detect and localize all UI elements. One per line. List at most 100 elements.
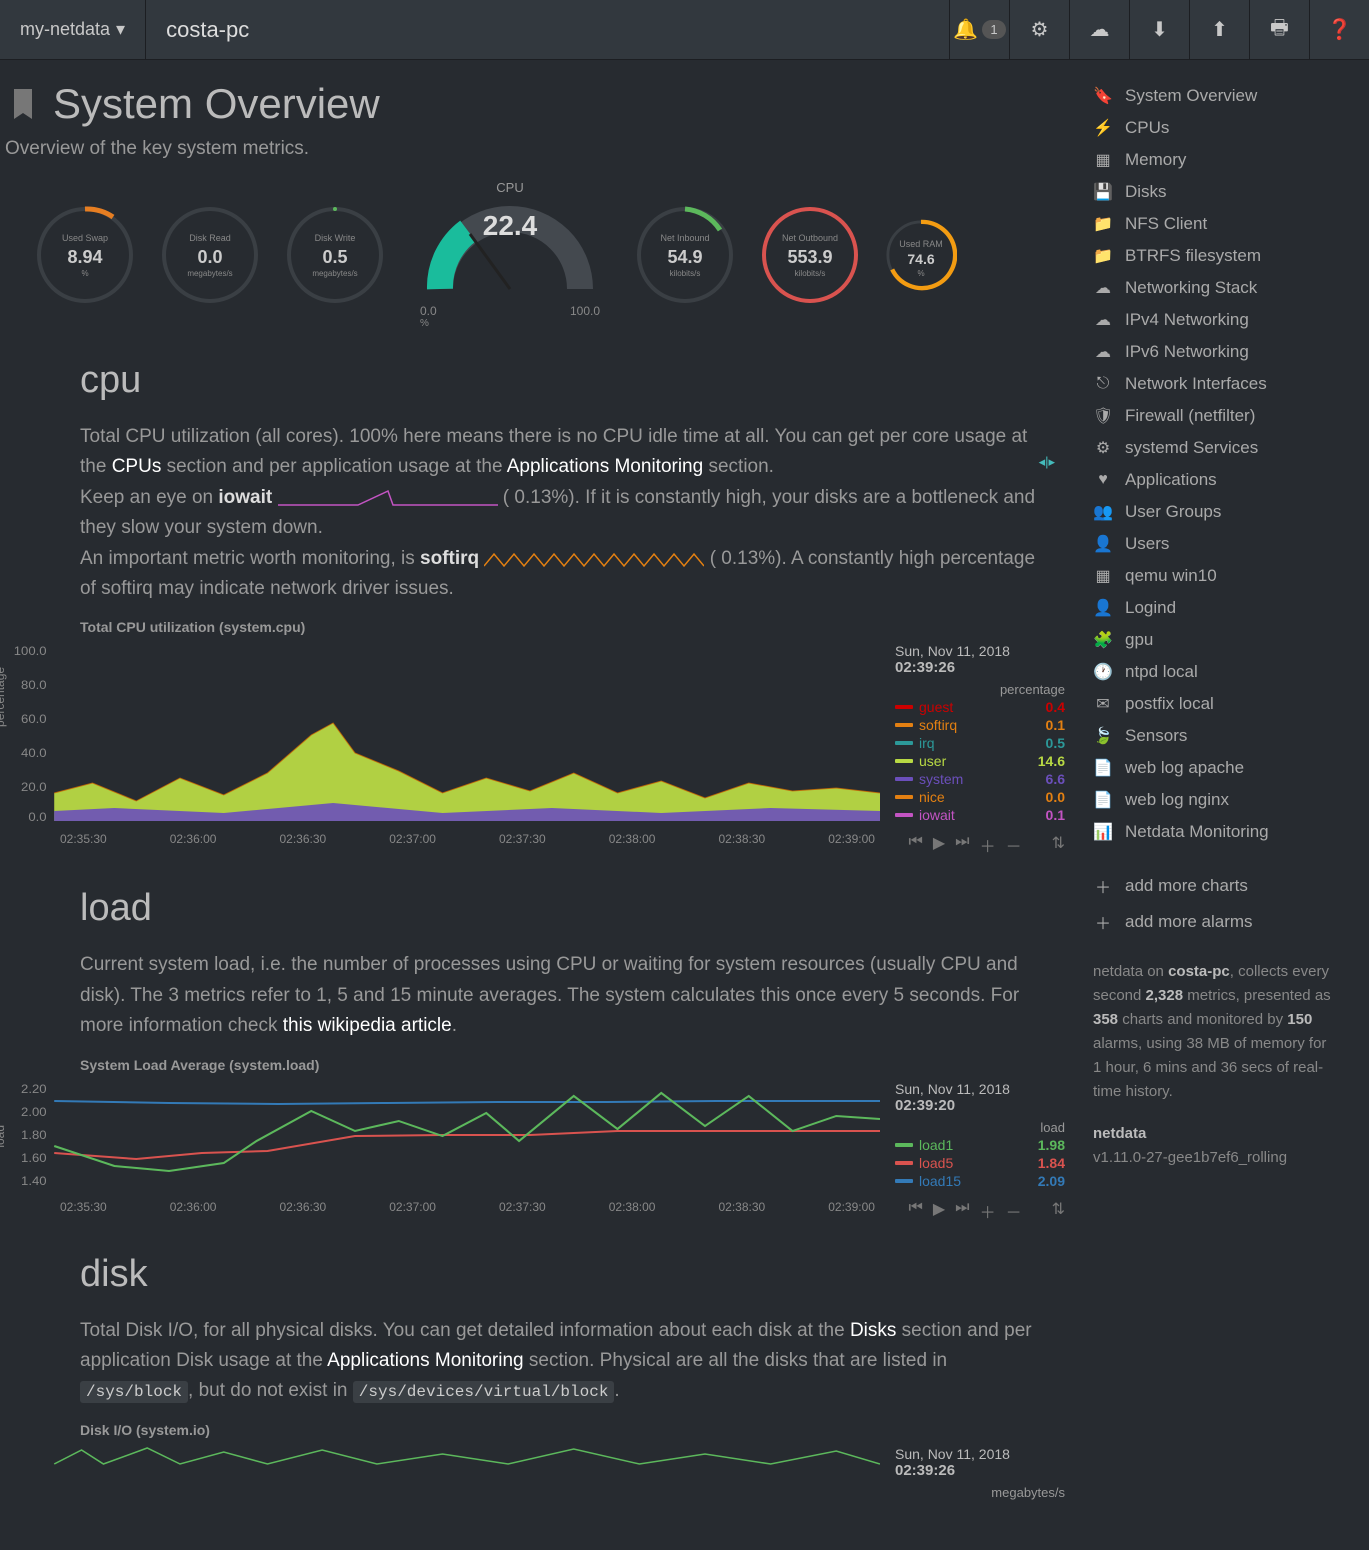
cpu-chart[interactable]: Total CPU utilization (system.cpu) perce… — [5, 619, 1065, 857]
upload-button[interactable]: ⬆ — [1189, 0, 1249, 60]
sidebar-item-nfs-client[interactable]: 📁NFS Client — [1085, 208, 1345, 240]
chart-minus-icon[interactable]: － — [1006, 1199, 1022, 1223]
sidebar-item-sensors[interactable]: 🍃Sensors — [1085, 720, 1345, 752]
sidebar-item-gpu[interactable]: 🧩gpu — [1085, 624, 1345, 656]
sitemap-icon: ⎋ — [1093, 375, 1113, 393]
chart-fwd-icon[interactable]: ⏭ — [955, 1199, 969, 1223]
download-button[interactable]: ⬇ — [1129, 0, 1189, 60]
legend-item-softirq[interactable]: softirq0.1 — [895, 717, 1065, 733]
sidebar-action-add-more-charts[interactable]: ＋add more charts — [1085, 868, 1345, 904]
sidebar-item-logind[interactable]: 👤Logind — [1085, 592, 1345, 624]
disk-chart[interactable]: Disk I/O (system.io) Sun, Nov 11, 2018 0… — [5, 1422, 1065, 1500]
settings-button[interactable]: ⚙ — [1009, 0, 1069, 60]
sidebar-item--qemu-win10[interactable]: ▦ qemu win10 — [1085, 560, 1345, 592]
legend-item-nice[interactable]: nice0.0 — [895, 789, 1065, 805]
legend-item-iowait[interactable]: iowait0.1 — [895, 807, 1065, 823]
sidebar-item-label: ntpd local — [1125, 662, 1198, 682]
cloud-icon: ☁ — [1093, 310, 1113, 330]
gauge-disk-write[interactable]: Disk Write 0.5 megabytes/s — [285, 205, 385, 305]
svg-text:100.0: 100.0 — [14, 645, 47, 658]
sidebar-item-ipv4-networking[interactable]: ☁ IPv4 Networking — [1085, 304, 1345, 336]
chart-fwd-icon[interactable]: ⏭ — [955, 833, 969, 857]
sidebar-item-btrfs-filesystem[interactable]: 📁BTRFS filesystem — [1085, 240, 1345, 272]
heart-icon: ♥ — [1093, 471, 1113, 489]
sidebar-item-systemd-services[interactable]: ⚙systemd Services — [1085, 432, 1345, 464]
alarms-button[interactable]: 🔔 1 — [949, 0, 1009, 60]
print-icon: 🖶 — [1270, 13, 1289, 47]
legend-item-guest[interactable]: guest0.4 — [895, 699, 1065, 715]
svg-text:2.00: 2.00 — [21, 1105, 47, 1118]
sidebar-item-label: Sensors — [1125, 726, 1187, 746]
chart-back-icon[interactable]: ⏮ — [908, 833, 922, 857]
load-chart[interactable]: System Load Average (system.load) load 2… — [5, 1057, 1065, 1223]
sidebar-item-netdata-monitoring[interactable]: 📊Netdata Monitoring — [1085, 816, 1345, 848]
sidebar-action-add-more-alarms[interactable]: ＋add more alarms — [1085, 904, 1345, 940]
bolt-icon: ⚡ — [1093, 118, 1113, 138]
host-name[interactable]: costa-pc — [146, 17, 269, 43]
chart-nav-icon[interactable]: ◂|▸ — [1039, 452, 1055, 473]
sidebar-item-ipv6-networking[interactable]: ☁IPv6 Networking — [1085, 336, 1345, 368]
brand-dropdown[interactable]: my-netdata ▾ — [0, 0, 146, 60]
gauge-swap[interactable]: Used Swap 8.94 % — [35, 205, 135, 305]
sidebar-item-postfix-local[interactable]: ✉postfix local — [1085, 688, 1345, 720]
sidebar-item-network-interfaces[interactable]: ⎋Network Interfaces — [1085, 368, 1345, 400]
legend-item-load15[interactable]: load152.09 — [895, 1173, 1065, 1189]
gauge-disk-read[interactable]: Disk Read 0.0 megabytes/s — [160, 205, 260, 305]
cloud-button[interactable]: ☁ — [1069, 0, 1129, 60]
legend-item-system[interactable]: system6.6 — [895, 771, 1065, 787]
chart-plus-icon[interactable]: ＋ — [980, 833, 996, 857]
legend-swatch — [895, 723, 913, 727]
help-button[interactable]: ❓ — [1309, 0, 1369, 60]
sidebar-item-label: System Overview — [1125, 86, 1257, 106]
sidebar-item-applications[interactable]: ♥Applications — [1085, 464, 1345, 496]
gauge-net-in[interactable]: Net Inbound 54.9 kilobits/s — [635, 205, 735, 305]
sidebar-item-ntpd-local[interactable]: 🕐 ntpd local — [1085, 656, 1345, 688]
gauge-cpu[interactable]: CPU 22.4 0.0 100.0 % — [410, 180, 610, 329]
legend-item-load5[interactable]: load51.84 — [895, 1155, 1065, 1171]
chart-minus-icon[interactable]: － — [1006, 833, 1022, 857]
legend-swatch — [895, 705, 913, 709]
caret-down-icon: ▾ — [116, 19, 125, 40]
sidebar-item-label: web log nginx — [1125, 790, 1229, 810]
sidebar-item-web-log-apache[interactable]: 📄web log apache — [1085, 752, 1345, 784]
chart-play-icon[interactable]: ▶ — [933, 1199, 945, 1223]
cloud-icon: ☁ — [1093, 278, 1113, 298]
gauge-net-out[interactable]: Net Outbound 553.9 kilobits/s — [760, 205, 860, 305]
chart-resize-icon[interactable]: ⇅ — [1052, 833, 1065, 857]
sidebar-item-user-groups[interactable]: 👥User Groups — [1085, 496, 1345, 528]
legend-item-user[interactable]: user14.6 — [895, 753, 1065, 769]
chart-back-icon[interactable]: ⏮ — [908, 1199, 922, 1223]
print-button[interactable]: 🖶 — [1249, 0, 1309, 60]
sidebar-item-label: BTRFS filesystem — [1125, 246, 1261, 266]
wikipedia-link[interactable]: this wikipedia article — [283, 1015, 452, 1036]
softirq-sparkline — [484, 550, 704, 568]
chart-controls: ⏮ ▶ ⏭ ＋ － ⇅ — [895, 1199, 1065, 1223]
chart-plus-icon[interactable]: ＋ — [980, 1199, 996, 1223]
sidebar-item-firewall-netfilter-[interactable]: 🛡Firewall (netfilter) — [1085, 400, 1345, 432]
cpus-link[interactable]: CPUs — [112, 456, 162, 477]
disks-link[interactable]: Disks — [850, 1320, 896, 1341]
hdd-icon: 💾 — [1093, 182, 1113, 202]
sidebar-item-disks[interactable]: 💾Disks — [1085, 176, 1345, 208]
apps-monitoring-link[interactable]: Applications Monitoring — [507, 456, 703, 477]
legend-item-irq[interactable]: irq0.5 — [895, 735, 1065, 751]
legend-item-load1[interactable]: load11.98 — [895, 1137, 1065, 1153]
legend-swatch — [895, 759, 913, 763]
chart-resize-icon[interactable]: ⇅ — [1052, 1199, 1065, 1223]
sidebar-item-label: IPv4 Networking — [1125, 310, 1249, 330]
clock-icon: 🕐 — [1093, 662, 1113, 682]
sidebar-item-cpus[interactable]: ⚡CPUs — [1085, 112, 1345, 144]
sidebar-item-networking-stack[interactable]: ☁Networking Stack — [1085, 272, 1345, 304]
svg-text:60.0: 60.0 — [21, 713, 47, 726]
sidebar-item-label: gpu — [1125, 630, 1153, 650]
disk-heading: disk — [80, 1253, 1065, 1296]
sidebar-item-web-log-nginx[interactable]: 📄web log nginx — [1085, 784, 1345, 816]
apps-monitoring-disk-link[interactable]: Applications Monitoring — [327, 1350, 523, 1371]
chart-play-icon[interactable]: ▶ — [933, 833, 945, 857]
sidebar-item-system-overview[interactable]: 🔖System Overview — [1085, 80, 1345, 112]
load-heading: load — [80, 887, 1065, 930]
sidebar-item-memory[interactable]: ▦Memory — [1085, 144, 1345, 176]
file-icon: 📄 — [1093, 758, 1113, 778]
sidebar-item-users[interactable]: 👤Users — [1085, 528, 1345, 560]
gauge-ram[interactable]: Used RAM 74.6 % — [885, 219, 957, 291]
